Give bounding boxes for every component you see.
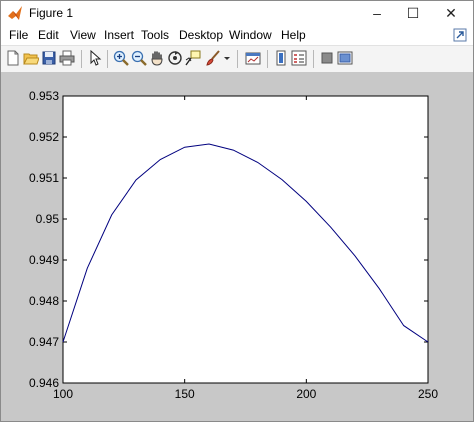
hide-plot-tools-icon[interactable] bbox=[319, 50, 335, 66]
menu-bar: File Edit View Insert Tools Desktop Wind… bbox=[1, 25, 473, 45]
minimize-button[interactable]: – bbox=[357, 1, 397, 25]
y-tick-label: 0.947 bbox=[29, 335, 59, 349]
insert-colorbar-icon[interactable] bbox=[273, 50, 289, 66]
open-file-icon[interactable] bbox=[23, 50, 39, 66]
brush-icon[interactable] bbox=[205, 50, 221, 66]
menu-view[interactable]: View bbox=[70, 28, 96, 42]
menu-desktop[interactable]: Desktop bbox=[179, 28, 223, 42]
toolbar-separator bbox=[313, 50, 314, 68]
y-tick-label: 0.95 bbox=[36, 212, 60, 226]
y-tick-label: 0.951 bbox=[29, 171, 59, 185]
menu-file[interactable]: File bbox=[9, 28, 28, 42]
y-tick-label: 0.953 bbox=[29, 89, 59, 103]
toolbar-separator bbox=[81, 50, 82, 68]
link-plot-icon[interactable] bbox=[245, 50, 261, 66]
figure-window: Figure 1 – ☐ ✕ File Edit View Insert Too… bbox=[0, 0, 474, 422]
menu-insert[interactable]: Insert bbox=[104, 28, 134, 42]
dock-figure-icon[interactable] bbox=[453, 28, 467, 42]
toolbar-separator bbox=[107, 50, 108, 68]
y-tick-label: 0.948 bbox=[29, 294, 59, 308]
x-tick-label: 200 bbox=[296, 387, 316, 401]
rotate-3d-icon[interactable] bbox=[167, 50, 183, 66]
pan-hand-icon[interactable] bbox=[149, 50, 165, 66]
x-tick-label: 150 bbox=[175, 387, 195, 401]
edit-plot-arrow-icon[interactable] bbox=[87, 50, 103, 66]
toolbar-separator bbox=[237, 50, 238, 68]
save-icon[interactable] bbox=[41, 50, 57, 66]
figure-toolbar bbox=[1, 45, 473, 73]
window-title: Figure 1 bbox=[29, 6, 74, 20]
title-bar[interactable]: Figure 1 – ☐ ✕ bbox=[1, 1, 473, 25]
line-plot[interactable]: 100 150 200 2500.9460.9470.9480.9490.950.95… bbox=[1, 73, 473, 421]
x-tick-label: 250 bbox=[418, 387, 438, 401]
close-button[interactable]: ✕ bbox=[431, 1, 471, 25]
figure-canvas: 100 150 200 250 0.946 0.947 0.948 0.949 0.95 0.95… bbox=[1, 73, 473, 421]
menu-window[interactable]: Window bbox=[229, 28, 272, 42]
y-tick-label: 0.946 bbox=[29, 376, 59, 390]
menu-tools[interactable]: Tools bbox=[141, 28, 169, 42]
menu-edit[interactable]: Edit bbox=[38, 28, 59, 42]
y-tick-label: 0.952 bbox=[29, 130, 59, 144]
show-plot-tools-icon[interactable] bbox=[337, 50, 353, 66]
maximize-button[interactable]: ☐ bbox=[393, 1, 433, 25]
brush-dropdown-icon[interactable] bbox=[223, 50, 231, 66]
axes-box bbox=[62, 95, 429, 384]
zoom-in-icon[interactable] bbox=[113, 50, 129, 66]
matlab-logo-icon bbox=[8, 6, 22, 20]
toolbar-separator bbox=[267, 50, 268, 68]
menu-help[interactable]: Help bbox=[281, 28, 306, 42]
print-icon[interactable] bbox=[59, 50, 75, 66]
data-cursor-icon[interactable] bbox=[185, 50, 201, 66]
y-tick-label: 0.949 bbox=[29, 253, 59, 267]
zoom-out-icon[interactable] bbox=[131, 50, 147, 66]
new-figure-icon[interactable] bbox=[5, 50, 21, 66]
insert-legend-icon[interactable] bbox=[291, 50, 307, 66]
